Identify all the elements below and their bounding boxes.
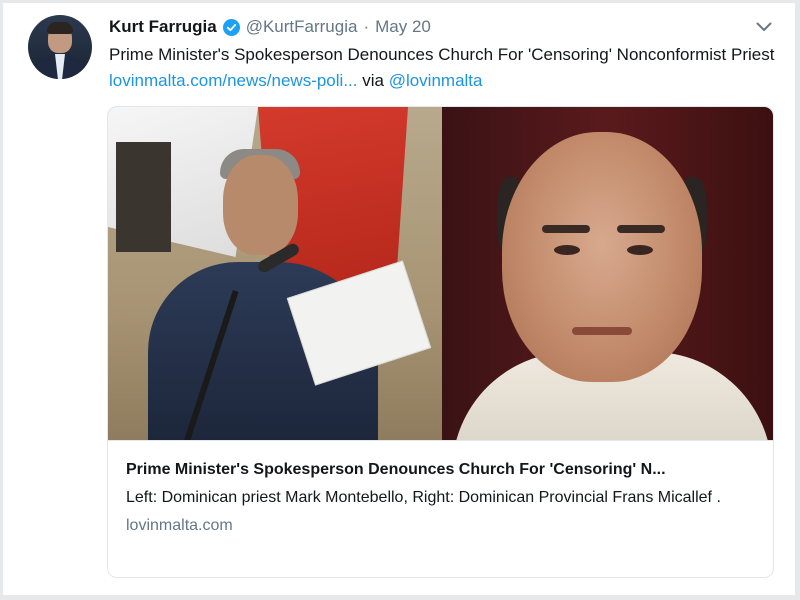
tweet-container: Kurt Farrugia @KurtFarrugia · May 20 Pri… <box>3 3 795 595</box>
card-photo-right <box>442 107 773 440</box>
header-separator: · <box>363 17 370 36</box>
priest-mouth <box>572 327 632 335</box>
tweet-header: Kurt Farrugia @KurtFarrugia · May 20 <box>109 15 431 39</box>
card-body[interactable]: Prime Minister's Spokesperson Denounces … <box>108 440 773 577</box>
card-photo-left <box>108 107 442 440</box>
card-domain: lovinmalta.com <box>126 517 233 534</box>
card-image[interactable] <box>108 107 773 440</box>
author-name[interactable]: Kurt Farrugia <box>109 17 217 37</box>
link-card[interactable]: Prime Minister's Spokesperson Denounces … <box>107 106 774 578</box>
tweet-date[interactable]: May 20 <box>375 17 431 37</box>
priest-brow-right <box>617 225 665 233</box>
card-description: Left: Dominican priest Mark Montebello, … <box>126 489 721 506</box>
tweet-link[interactable]: lovinmalta.com/news/news-poli... <box>109 71 357 90</box>
tweet-text: Prime Minister's Spokesperson Denounces … <box>109 42 779 94</box>
author-handle[interactable]: @KurtFarrugia <box>246 17 358 37</box>
verified-badge-icon <box>222 18 240 36</box>
author-avatar[interactable] <box>28 15 92 79</box>
priest-brow-left <box>542 225 590 233</box>
via-label: via <box>362 71 384 90</box>
speaker-head <box>223 155 298 255</box>
tweet-body: Prime Minister's Spokesperson Denounces … <box>109 45 775 64</box>
priest-face <box>502 132 702 382</box>
priest-eye-left <box>554 245 580 255</box>
avatar-hair <box>47 22 73 34</box>
priest-eye-right <box>627 245 653 255</box>
background-patch <box>116 142 171 252</box>
chevron-down-icon[interactable] <box>753 18 775 36</box>
via-handle-link[interactable]: @lovinmalta <box>389 71 483 90</box>
card-title[interactable]: Prime Minister's Spokesperson Denounces … <box>126 459 755 481</box>
